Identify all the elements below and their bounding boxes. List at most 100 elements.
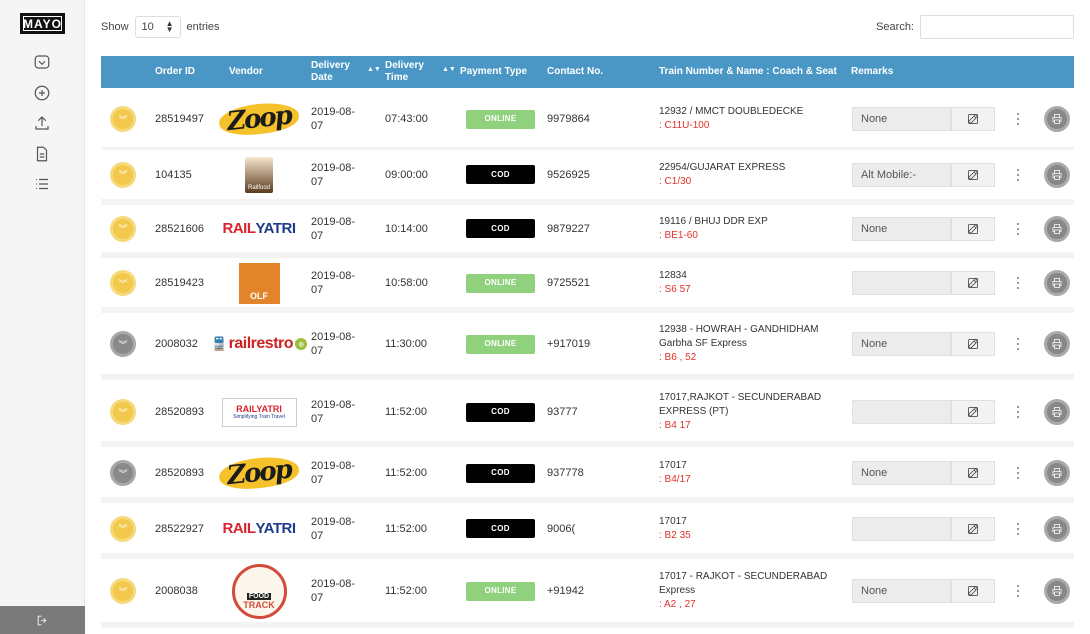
vendor-cell: FOOD TRACK: [221, 560, 297, 622]
logo-text: RAIL: [222, 520, 256, 537]
order-id: 28520893: [155, 467, 204, 479]
table-row[interactable]: ︾ 28521606 RAILYATRI 2019-08- 07 10:14:00 COD 9…: [101, 205, 1074, 258]
print-button[interactable]: [1044, 161, 1070, 188]
edit-remark-button[interactable]: [951, 400, 995, 424]
header-vendor[interactable]: Vendor: [229, 56, 263, 88]
edit-remark-button[interactable]: [951, 162, 995, 187]
header-delivery-time[interactable]: Delivery Time: [385, 56, 435, 88]
sort-icon[interactable]: ▲▼: [367, 66, 381, 73]
more-options-icon[interactable]: [1014, 221, 1022, 237]
table-row[interactable]: ︾ 28520893 RAILYATRI Simplifying Train Trav…: [101, 383, 1074, 447]
delivery-date: 2019-08- 07: [311, 259, 355, 307]
payment-badge: ONLINE: [466, 581, 535, 601]
remarks-field[interactable]: [852, 271, 951, 295]
remarks-field[interactable]: [852, 400, 951, 424]
expand-row-button[interactable]: ︾: [110, 215, 136, 242]
date-part: 2019-08-: [311, 215, 356, 228]
edit-remark-button[interactable]: [951, 107, 995, 131]
edit-remark-button[interactable]: [951, 516, 995, 541]
expand-row-button[interactable]: ︾: [110, 331, 136, 357]
contact-no: 9879227: [547, 222, 590, 235]
entries-select[interactable]: 10 ▲ ▼: [134, 16, 181, 38]
table-row[interactable]: ︾ 28522927 RAILYATRI 2019-08- 07 11:52:00 COD 9…: [101, 504, 1074, 559]
date-part: 2019-08-: [311, 578, 356, 590]
remarks-field[interactable]: Alt Mobile:-: [852, 162, 951, 187]
add-circle-icon[interactable]: [32, 83, 52, 103]
printer-icon: [1052, 468, 1062, 478]
header-delivery-date[interactable]: Delivery Date: [311, 56, 361, 88]
more-options-icon[interactable]: [1014, 167, 1022, 183]
document-icon[interactable]: [32, 144, 52, 164]
edit-remark-button[interactable]: [951, 461, 995, 485]
table-row[interactable]: ︾ 2008032 🚆 railrestro ◎ 2019-08- 07 11:30:00 ON…: [101, 314, 1074, 380]
table-row[interactable]: ︾ 28520893 Zoop 2019-08- 07 11:52:00 COD 937778…: [101, 449, 1074, 503]
upload-icon[interactable]: [32, 113, 52, 133]
date-part: 07: [311, 592, 324, 604]
print-button[interactable]: [1044, 331, 1070, 357]
train-name-cont: Garbha SF Express: [659, 338, 747, 349]
remarks-field[interactable]: None: [852, 107, 951, 131]
table-row[interactable]: ︾ 104135 Railfood 2019-08- 07 09:00:00 COD 9526…: [101, 150, 1074, 205]
payment-type: COD: [466, 383, 535, 441]
expand-row-button[interactable]: ︾: [110, 161, 136, 188]
list-icon[interactable]: [32, 174, 52, 194]
header-payment-type[interactable]: Payment Type: [460, 56, 527, 88]
expand-row-button[interactable]: ︾: [110, 515, 136, 542]
more-options-icon[interactable]: [1014, 336, 1022, 352]
print-button[interactable]: [1044, 215, 1070, 242]
edit-remark-button[interactable]: [951, 332, 995, 356]
payment-type: ONLINE: [466, 560, 535, 622]
remarks-field[interactable]: None: [852, 461, 951, 485]
search-input[interactable]: [920, 15, 1074, 39]
delivery-date: 2019-08- 07: [311, 560, 355, 622]
printer-icon: [1052, 523, 1062, 534]
edit-remark-button[interactable]: [951, 271, 995, 295]
expand-row-button[interactable]: ︾: [110, 106, 136, 132]
header-train[interactable]: Train Number & Name : Coach & Seat: [659, 56, 837, 88]
sort-icon[interactable]: ▲▼: [442, 66, 456, 73]
remarks-field[interactable]: [852, 516, 951, 541]
expand-row-button[interactable]: ︾: [110, 578, 136, 604]
more-options-icon[interactable]: [1014, 521, 1022, 537]
table-row[interactable]: ︾ 28519423 OLF 2019-08- 07 10:58:00 ONLINE 9725…: [101, 259, 1074, 313]
remarks-field[interactable]: None: [852, 216, 951, 241]
edit-icon: [968, 339, 978, 349]
chevron-down-icon: ︾: [118, 586, 128, 597]
more-options-icon[interactable]: [1014, 275, 1022, 291]
header-contact[interactable]: Contact No.: [547, 56, 603, 88]
expand-row-button[interactable]: ︾: [110, 460, 136, 486]
edit-remark-button[interactable]: [951, 216, 995, 241]
app-logo[interactable]: MAYO: [20, 13, 65, 34]
print-button[interactable]: [1044, 270, 1070, 296]
logout-button[interactable]: [0, 606, 85, 634]
print-button[interactable]: [1044, 578, 1070, 604]
select-arrows-icon: ▲ ▼: [165, 19, 174, 34]
more-options-icon[interactable]: [1014, 465, 1022, 481]
remarks-field[interactable]: None: [852, 332, 951, 356]
edit-remark-button[interactable]: [951, 579, 995, 603]
vendor-logo-railyatri-box: RAILYATRI Simplifying Train Travel: [221, 397, 297, 427]
expand-row-button[interactable]: ︾: [110, 270, 136, 296]
edit-icon: [968, 223, 978, 234]
more-options-icon[interactable]: [1014, 404, 1022, 420]
header-remarks[interactable]: Remarks: [851, 56, 893, 88]
show-label: Show: [101, 21, 129, 33]
header-order-id[interactable]: Order ID: [155, 56, 195, 88]
table-row[interactable]: ︾ 2008038 FOOD TRACK 2019-08- 07 11:52:00 ONLIN…: [101, 560, 1074, 628]
more-options-icon[interactable]: [1014, 111, 1022, 127]
chevron-down-icon: ︾: [118, 524, 128, 534]
delivery-time: 11:52:00: [385, 585, 428, 597]
print-button[interactable]: [1044, 106, 1070, 132]
expand-row-button[interactable]: ︾: [110, 399, 136, 425]
more-options-icon[interactable]: [1014, 583, 1022, 599]
print-button[interactable]: [1044, 399, 1070, 425]
date-part: 2019-08-: [311, 106, 356, 118]
logo-text: YATRI: [255, 220, 296, 237]
print-button[interactable]: [1044, 460, 1070, 486]
vendor-cell: Zoop: [217, 449, 301, 497]
vendor-logo-olf: OLF: [238, 262, 280, 304]
remarks-field[interactable]: None: [852, 579, 951, 603]
inbox-icon[interactable]: [32, 52, 52, 72]
table-row[interactable]: ︾ 28519497 Zoop 2019-08- 07 07:43:00 ONLINE 997…: [101, 91, 1074, 153]
print-button[interactable]: [1044, 515, 1070, 542]
